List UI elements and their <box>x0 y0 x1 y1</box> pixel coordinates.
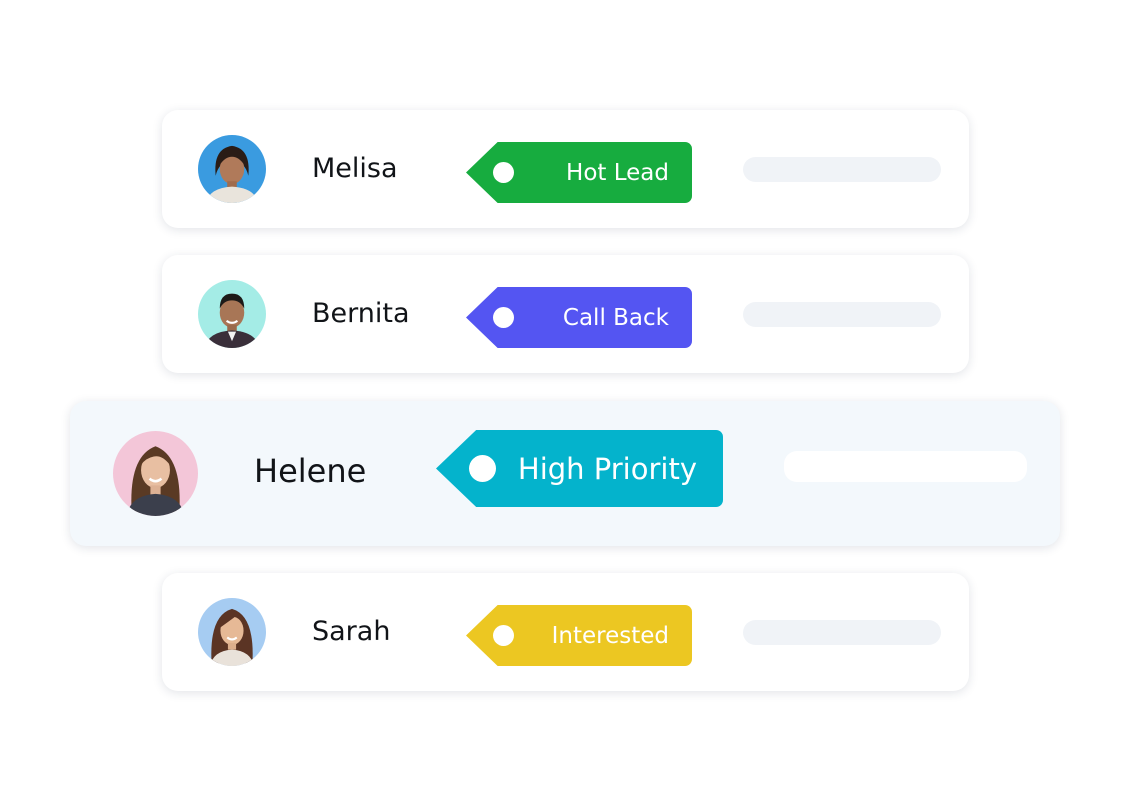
status-tag[interactable]: Call Back <box>466 287 692 348</box>
avatar <box>198 135 266 203</box>
status-tag-label: High Priority <box>517 451 697 486</box>
avatar <box>198 598 266 666</box>
placeholder-bar <box>743 157 941 182</box>
contact-row[interactable]: Sarah Interested <box>162 573 969 691</box>
contact-row[interactable]: Bernita Call Back <box>162 255 969 373</box>
status-tag[interactable]: Interested <box>466 605 692 666</box>
status-tag[interactable]: High Priority <box>436 430 723 507</box>
contact-name: Melisa <box>312 153 398 184</box>
contact-row-highlighted[interactable]: Helene High Priority <box>70 401 1060 546</box>
tag-dot-icon <box>469 455 496 482</box>
person-avatar-icon <box>198 280 266 348</box>
status-tag-label: Hot Lead <box>566 159 669 186</box>
tag-dot-icon <box>493 162 514 183</box>
contact-name: Bernita <box>312 298 410 329</box>
tag-dot-icon <box>493 625 514 646</box>
placeholder-bar <box>743 620 941 645</box>
placeholder-bar <box>743 302 941 327</box>
person-avatar-icon <box>113 431 198 516</box>
person-avatar-icon <box>198 135 266 203</box>
status-tag[interactable]: Hot Lead <box>466 142 692 203</box>
avatar <box>113 431 198 516</box>
contact-row[interactable]: Melisa Hot Lead <box>162 110 969 228</box>
status-tag-label: Call Back <box>562 304 669 331</box>
person-avatar-icon <box>198 598 266 666</box>
placeholder-bar <box>784 451 1027 482</box>
contact-name: Helene <box>254 452 367 490</box>
avatar <box>198 280 266 348</box>
tag-dot-icon <box>493 307 514 328</box>
contact-name: Sarah <box>312 616 391 647</box>
status-tag-label: Interested <box>551 622 669 649</box>
contact-list: Melisa Hot Lead Bernita Call Back Helene… <box>0 0 1131 801</box>
